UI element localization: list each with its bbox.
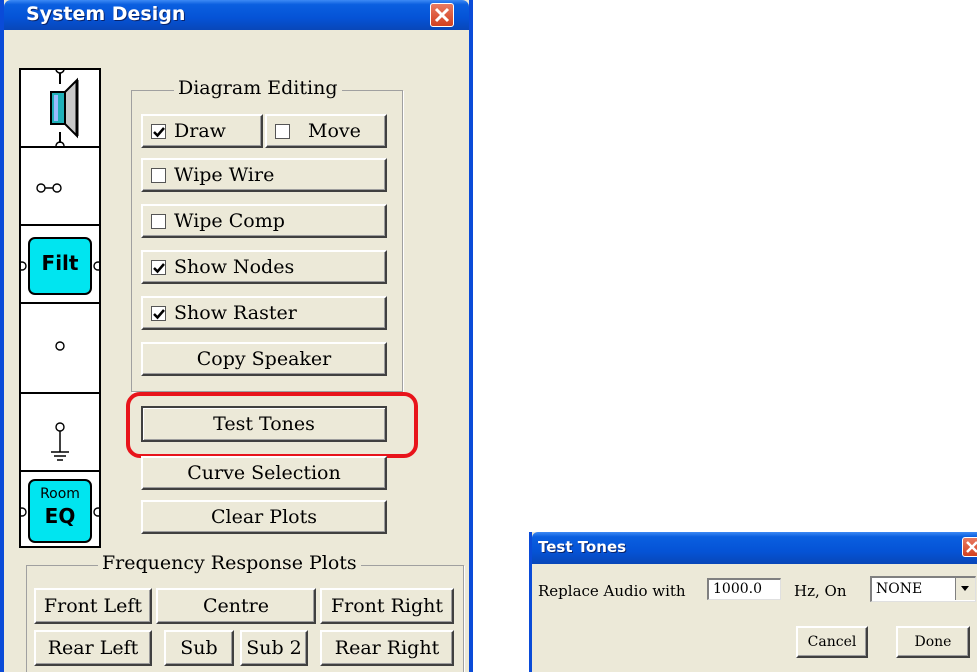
test-tones-label: Test Tones: [213, 413, 315, 435]
sub-button[interactable]: Sub: [164, 630, 234, 666]
wipe-comp-label: Wipe Comp: [174, 210, 285, 232]
wire-icon: [36, 183, 62, 193]
filter-component[interactable]: Filt: [17, 224, 103, 304]
chevron-down-icon: [961, 586, 969, 591]
close-icon: [966, 541, 977, 553]
dialog-close-button[interactable]: [962, 537, 977, 557]
show-nodes-checkbox[interactable]: [151, 259, 166, 275]
test-tones-dialog: Test Tones Replace Audio with 1000.0 Hz,…: [529, 532, 977, 672]
copy-speaker-button[interactable]: Copy Speaker: [141, 342, 387, 376]
copy-speaker-label: Copy Speaker: [196, 348, 332, 370]
test-tones-button[interactable]: Test Tones: [141, 406, 387, 442]
centre-label: Centre: [203, 595, 269, 617]
checkmark-icon: [153, 308, 165, 319]
ground-icon: [51, 422, 69, 461]
clear-plots-label: Clear Plots: [211, 506, 317, 528]
wipe-wire-checkbox[interactable]: [151, 167, 166, 183]
room-eq-label-bottom: EQ: [44, 504, 76, 528]
rear-left-label: Rear Left: [47, 637, 139, 659]
close-button[interactable]: [430, 3, 454, 27]
dropdown-button[interactable]: [955, 578, 975, 600]
front-right-button[interactable]: Front Right: [320, 588, 454, 624]
channel-select-value: NONE: [876, 581, 923, 597]
move-label: Move: [308, 120, 361, 142]
checkmark-icon: [153, 126, 165, 137]
move-checkbox[interactable]: [275, 123, 290, 139]
frequency-response-label: Frequency Response Plots: [98, 553, 361, 573]
close-icon: [434, 7, 450, 23]
checkmark-icon: [153, 262, 165, 273]
curve-selection-button[interactable]: Curve Selection: [141, 456, 387, 490]
room-eq-component[interactable]: Room EQ: [17, 470, 103, 548]
show-nodes-label: Show Nodes: [174, 256, 295, 278]
curve-selection-label: Curve Selection: [187, 462, 341, 484]
wipe-wire-button[interactable]: Wipe Wire: [141, 158, 387, 192]
title-bar[interactable]: System Design: [4, 0, 469, 30]
move-button[interactable]: Move: [265, 114, 387, 148]
rear-left-button[interactable]: Rear Left: [34, 630, 152, 666]
frequency-input[interactable]: 1000.0: [707, 578, 781, 600]
dialog-title: Test Tones: [538, 538, 627, 556]
wire-component[interactable]: [19, 146, 101, 226]
diagram-editing-label: Diagram Editing: [174, 78, 342, 98]
front-left-label: Front Left: [43, 595, 143, 617]
cancel-label: Cancel: [807, 634, 857, 650]
show-raster-button[interactable]: Show Raster: [141, 296, 387, 330]
node-icon: [55, 341, 65, 351]
draw-button[interactable]: Draw: [141, 114, 263, 148]
dialog-title-bar[interactable]: Test Tones: [532, 532, 977, 564]
system-design-window: System Design Filt Room EQ Diagram Editi…: [0, 0, 473, 672]
draw-label: Draw: [174, 120, 226, 142]
front-right-label: Front Right: [330, 595, 444, 617]
wipe-wire-label: Wipe Wire: [174, 164, 275, 186]
replace-audio-label: Replace Audio with: [538, 582, 686, 600]
done-label: Done: [914, 634, 952, 650]
show-nodes-button[interactable]: Show Nodes: [141, 250, 387, 284]
centre-button[interactable]: Centre: [156, 588, 316, 624]
show-raster-checkbox[interactable]: [151, 305, 166, 321]
cancel-button[interactable]: Cancel: [796, 626, 868, 658]
node-component[interactable]: [19, 302, 101, 394]
ground-component[interactable]: [19, 392, 101, 472]
front-left-button[interactable]: Front Left: [34, 588, 152, 624]
wipe-comp-button[interactable]: Wipe Comp: [141, 204, 387, 238]
speaker-icon: [50, 64, 79, 151]
hz-on-label: Hz, On: [794, 582, 847, 600]
room-eq-label-top: Room: [40, 486, 80, 502]
filter-label: Filt: [41, 251, 79, 275]
wipe-comp-checkbox[interactable]: [151, 213, 166, 229]
channel-select[interactable]: NONE: [870, 576, 976, 602]
speaker-component[interactable]: [19, 64, 101, 151]
sub-label: Sub: [180, 637, 218, 659]
done-button[interactable]: Done: [896, 626, 970, 658]
clear-plots-button[interactable]: Clear Plots: [141, 500, 387, 534]
sub2-button[interactable]: Sub 2: [240, 630, 308, 666]
sub2-label: Sub 2: [246, 637, 302, 659]
window-title: System Design: [26, 3, 186, 25]
rear-right-button[interactable]: Rear Right: [320, 630, 454, 666]
rear-right-label: Rear Right: [334, 637, 440, 659]
draw-checkbox[interactable]: [151, 123, 166, 139]
show-raster-label: Show Raster: [174, 302, 297, 324]
